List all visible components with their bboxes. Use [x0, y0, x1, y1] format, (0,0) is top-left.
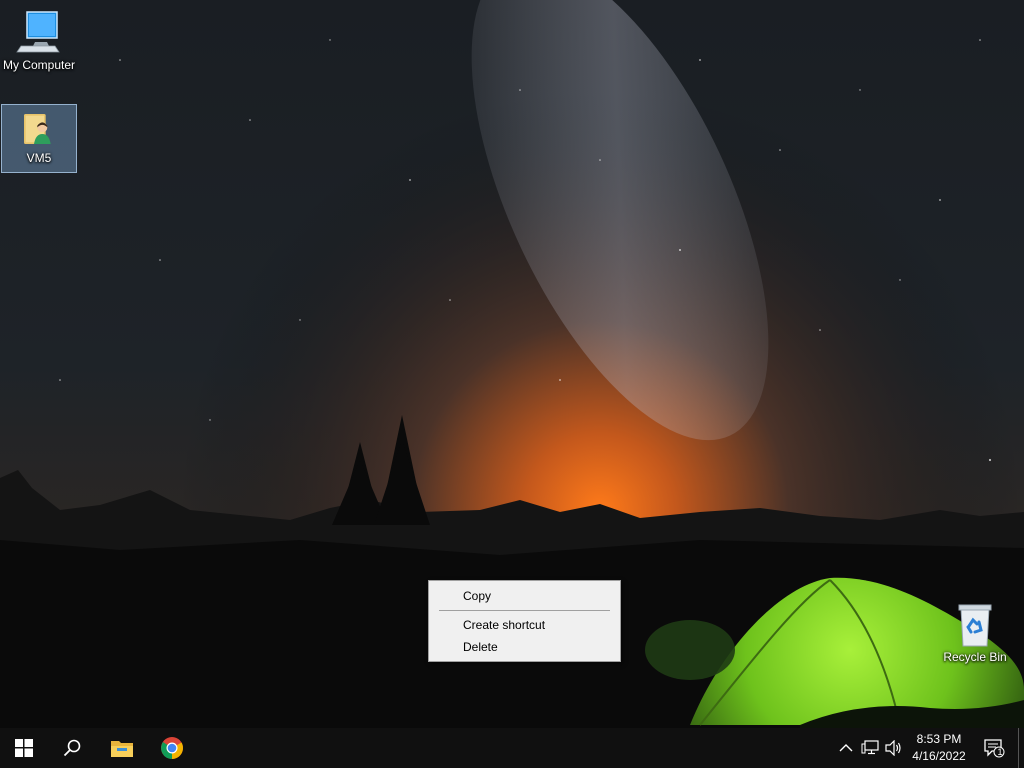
- show-desktop-button[interactable]: [1018, 728, 1024, 768]
- desktop-icon-label: VM5: [26, 151, 52, 165]
- desktop-icon-label: My Computer: [2, 58, 76, 72]
- recycle-bin-icon: [958, 604, 992, 647]
- chrome-button[interactable]: [148, 728, 196, 768]
- chrome-icon: [161, 737, 183, 759]
- computer-icon: [16, 11, 60, 53]
- vm5-desktop-icon[interactable]: VM5: [1, 104, 77, 173]
- chevron-up-icon: [839, 744, 853, 752]
- search-icon: [63, 739, 81, 757]
- file-explorer-button[interactable]: [98, 728, 146, 768]
- my-computer-desktop-icon[interactable]: My Computer: [1, 8, 77, 72]
- desktop-icon-label: Recycle Bin: [943, 650, 1007, 664]
- action-center-button[interactable]: 1: [982, 738, 1006, 758]
- context-menu: Copy Create shortcut Delete: [428, 580, 621, 662]
- search-button[interactable]: [48, 728, 96, 768]
- network-icon: [861, 740, 879, 755]
- clock[interactable]: 8:53 PM 4/16/2022: [900, 731, 978, 765]
- notification-count-badge: 1: [997, 747, 1003, 757]
- file-explorer-icon: [111, 741, 133, 757]
- clock-date: 4/16/2022: [912, 749, 966, 763]
- desktop[interactable]: My Computer VM5 Recycle Bin Copy Create …: [0, 0, 1024, 768]
- show-hidden-icons-button[interactable]: [836, 738, 856, 758]
- menu-item-copy[interactable]: Copy: [429, 585, 620, 607]
- user-folder-icon: [24, 114, 51, 144]
- menu-item-create-shortcut[interactable]: Create shortcut: [429, 614, 620, 636]
- menu-separator: [439, 610, 610, 611]
- network-button[interactable]: [860, 738, 880, 758]
- start-icon: [15, 739, 33, 757]
- menu-item-delete[interactable]: Delete: [429, 636, 620, 658]
- clock-time: 8:53 PM: [916, 732, 962, 746]
- taskbar: 8:53 PM 4/16/2022 1: [0, 728, 1024, 768]
- start-button[interactable]: [0, 728, 48, 768]
- recycle-bin-desktop-icon[interactable]: Recycle Bin: [937, 600, 1013, 664]
